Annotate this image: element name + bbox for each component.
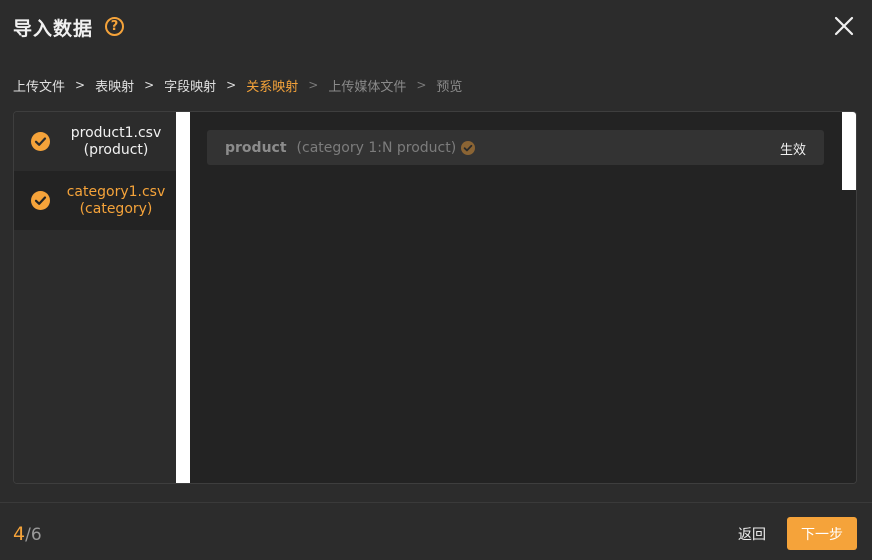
- scrollbar-thumb[interactable]: [842, 112, 856, 190]
- breadcrumb-step-preview: 预览: [436, 79, 463, 95]
- file-name: category1.csv: [66, 183, 166, 200]
- breadcrumb-separator: >: [144, 78, 155, 92]
- file-item-category[interactable]: category1.csv (category): [14, 171, 176, 230]
- step-counter: 4/6: [13, 523, 42, 545]
- dialog-title: 导入数据: [13, 18, 94, 40]
- breadcrumb-separator: >: [416, 78, 427, 92]
- breadcrumb-step-upload-file: 上传文件: [13, 79, 66, 95]
- footer-divider: [0, 502, 872, 503]
- scrollbar-track[interactable]: [176, 112, 190, 483]
- breadcrumb-step-relation-mapping: 关系映射: [246, 79, 299, 95]
- close-icon[interactable]: [834, 16, 854, 36]
- back-button[interactable]: 返回: [729, 519, 775, 549]
- relation-mapping-panel: product1.csv (product) category1.csv (ca…: [13, 111, 857, 484]
- relation-description: (category 1:N product): [296, 139, 457, 156]
- breadcrumb-separator: >: [308, 78, 319, 92]
- breadcrumb-separator: >: [226, 78, 237, 92]
- check-circle-icon: [31, 191, 50, 210]
- file-list: product1.csv (product) category1.csv (ca…: [14, 112, 176, 483]
- breadcrumb: 上传文件 > 表映射 > 字段映射 > 关系映射 > 上传媒体文件 > 预览: [13, 76, 463, 95]
- file-item-product[interactable]: product1.csv (product): [14, 112, 176, 171]
- relation-list: product (category 1:N product) 生效: [190, 112, 856, 483]
- next-button[interactable]: 下一步: [787, 517, 857, 550]
- step-current: 4: [13, 523, 26, 545]
- file-table: (category): [79, 200, 153, 217]
- file-name: product1.csv: [70, 124, 162, 141]
- check-circle-icon: [31, 132, 50, 151]
- step-total: /6: [25, 525, 42, 545]
- breadcrumb-separator: >: [75, 78, 86, 92]
- relation-row[interactable]: product (category 1:N product) 生效: [207, 130, 824, 165]
- breadcrumb-step-field-mapping: 字段映射: [164, 79, 217, 95]
- relation-status-toggle[interactable]: 生效: [780, 139, 806, 158]
- question-circle-icon[interactable]: ?: [105, 17, 124, 36]
- breadcrumb-step-table-mapping: 表映射: [95, 79, 135, 95]
- dialog-header: 导入数据 ?: [0, 0, 872, 56]
- file-label: product1.csv (product): [56, 125, 176, 159]
- file-label: category1.csv (category): [56, 184, 176, 218]
- file-table: (product): [83, 141, 149, 158]
- breadcrumb-step-upload-media: 上传媒体文件: [328, 79, 407, 95]
- relation-source: product: [225, 139, 287, 156]
- check-circle-icon: [461, 140, 476, 155]
